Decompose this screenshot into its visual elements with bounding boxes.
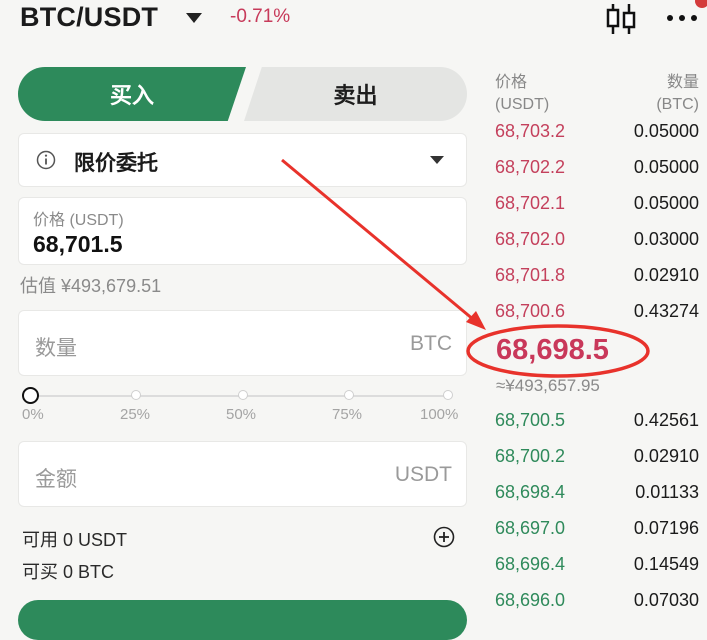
order-type-select[interactable]: 限价委托: [18, 133, 467, 187]
ask-row[interactable]: 68,702.2 0.05000: [495, 157, 699, 193]
ask-row[interactable]: 68,702.0 0.03000: [495, 229, 699, 265]
ask-qty: 0.03000: [633, 229, 699, 249]
slider-label-50: 50%: [226, 406, 257, 423]
bid-price: 68,696.4: [495, 554, 566, 574]
bid-row[interactable]: 68,696.0 0.07030: [495, 590, 699, 626]
bid-qty: 0.07030: [633, 590, 699, 610]
bid-qty: 0.01133: [635, 482, 699, 502]
slider-label-100: 100%: [420, 406, 459, 423]
ask-row[interactable]: 68,702.1 0.05000: [495, 193, 699, 229]
bid-row[interactable]: 68,696.4 0.14549: [495, 554, 699, 590]
price-header-label: 价格: [495, 74, 528, 91]
buy-tab[interactable]: 买入: [18, 67, 246, 121]
price-estimate: 估值 ¥493,679.51: [20, 276, 162, 296]
bid-price: 68,700.2: [495, 446, 566, 466]
slider-mark-50[interactable]: [238, 390, 248, 400]
pair-dropdown-icon[interactable]: [186, 13, 202, 23]
bid-qty: 0.07196: [633, 518, 699, 538]
price-input-value[interactable]: 68,701.5: [33, 231, 123, 258]
ask-price: 68,702.0: [495, 229, 566, 249]
bid-price: 68,696.0: [495, 590, 566, 610]
orderbook-qty-header: 数量 (BTC): [656, 72, 699, 116]
slider-mark-75[interactable]: [344, 390, 354, 400]
chevron-down-icon: [430, 156, 444, 164]
bid-price: 68,697.0: [495, 518, 566, 538]
price-header-unit: (USDT): [495, 96, 550, 113]
bid-row[interactable]: 68,697.0 0.07196: [495, 518, 699, 554]
ask-price: 68,703.2: [495, 121, 566, 141]
add-funds-icon[interactable]: [433, 526, 455, 548]
qty-header-unit: (BTC): [656, 96, 699, 113]
ask-price: 68,702.1: [495, 193, 566, 213]
sell-tab[interactable]: 卖出: [244, 67, 467, 121]
annotation-arrowhead: [466, 311, 486, 330]
slider-label-25: 25%: [120, 406, 151, 423]
last-price[interactable]: 68,698.5: [496, 334, 609, 367]
bid-price: 68,700.5: [495, 410, 566, 430]
ask-qty: 0.05000: [633, 121, 699, 141]
max-buy-amount: 可买 0 BTC: [22, 562, 115, 582]
ask-qty: 0.02910: [633, 265, 699, 285]
trading-pair-title[interactable]: BTC/USDT: [20, 2, 158, 33]
more-icon[interactable]: [666, 12, 698, 24]
percent-slider[interactable]: 0% 25% 50% 75% 100%: [20, 387, 460, 427]
quantity-placeholder: 数量: [35, 337, 77, 360]
bid-price: 68,698.4: [495, 482, 566, 502]
ask-row[interactable]: 68,703.2 0.05000: [495, 121, 699, 157]
ask-qty: 0.05000: [633, 157, 699, 177]
amount-placeholder: 金额: [35, 468, 77, 491]
ask-row[interactable]: 68,700.6 0.43274: [495, 301, 699, 337]
buy-sell-toggle: 买入 卖出: [18, 67, 467, 121]
slider-handle[interactable]: [22, 387, 39, 404]
price-input[interactable]: 价格 (USDT) 68,701.5: [18, 197, 467, 265]
price-input-label: 价格 (USDT): [33, 212, 124, 229]
amount-unit: USDT: [394, 463, 452, 486]
ask-qty: 0.43274: [633, 301, 699, 321]
orderbook-price-header: 价格 (USDT): [495, 72, 549, 116]
ask-row[interactable]: 68,701.8 0.02910: [495, 265, 699, 301]
buy-submit-button[interactable]: [18, 600, 467, 640]
slider-mark-25[interactable]: [131, 390, 141, 400]
ask-qty: 0.05000: [633, 193, 699, 213]
available-balance: 可用 0 USDT: [22, 530, 128, 550]
price-change-percent: -0.71%: [230, 6, 291, 27]
bid-row[interactable]: 68,698.4 0.01133: [495, 482, 699, 518]
candlestick-chart-icon[interactable]: [604, 2, 638, 36]
info-icon[interactable]: [36, 150, 56, 170]
order-type-label: 限价委托: [74, 152, 158, 175]
slider-label-0: 0%: [22, 406, 44, 423]
bid-qty: 0.42561: [633, 410, 699, 430]
ask-price: 68,701.8: [495, 265, 566, 285]
quantity-input[interactable]: 数量 BTC: [18, 310, 467, 376]
bid-row[interactable]: 68,700.2 0.02910: [495, 446, 699, 482]
bid-row[interactable]: 68,700.5 0.42561: [495, 410, 699, 446]
ask-price: 68,700.6: [495, 301, 566, 321]
ask-price: 68,702.2: [495, 157, 566, 177]
last-price-fiat: ≈¥493,657.95: [496, 376, 600, 395]
quantity-unit: BTC: [410, 332, 452, 355]
notification-dot: [695, 0, 707, 8]
slider-label-75: 75%: [332, 406, 363, 423]
bid-qty: 0.14549: [633, 554, 699, 574]
bid-qty: 0.02910: [633, 446, 699, 466]
qty-header-label: 数量: [666, 74, 699, 91]
amount-input[interactable]: 金额 USDT: [18, 441, 467, 507]
slider-mark-100[interactable]: [443, 390, 453, 400]
